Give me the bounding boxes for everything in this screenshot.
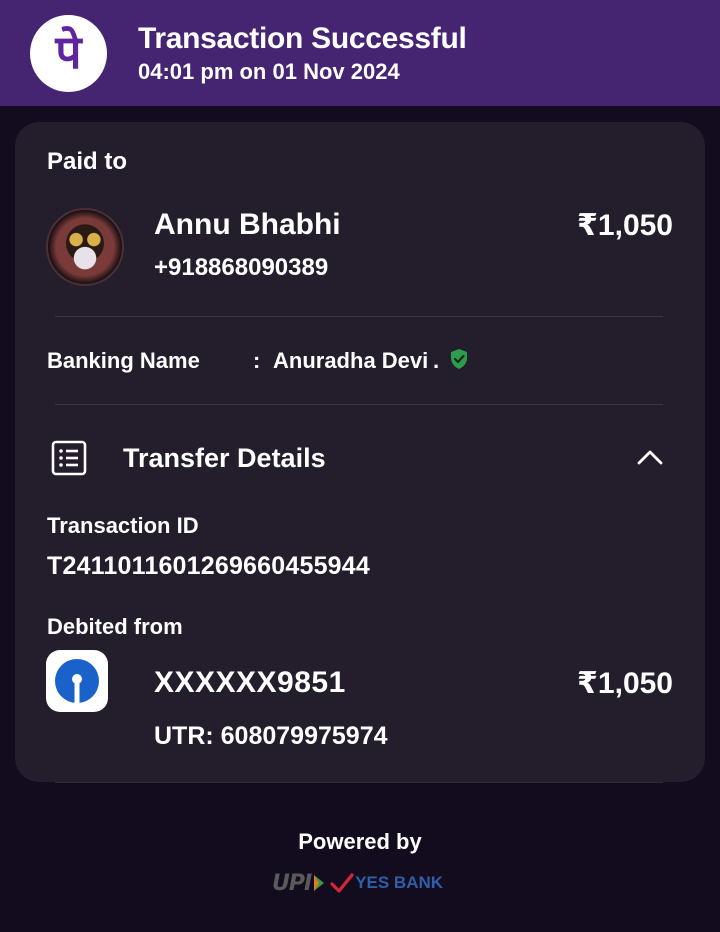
payee-avatar[interactable] (46, 208, 124, 286)
paid-amount: ₹1,050 (577, 209, 673, 242)
receipt-list-icon (51, 440, 87, 476)
payee-name[interactable]: Annu Bhabhi (154, 208, 341, 242)
utr-number[interactable]: UTR: 608079975974 (154, 722, 388, 751)
logo-glyph: पे (55, 24, 82, 79)
banking-name-dot: . (433, 348, 440, 373)
chevron-up-icon[interactable] (637, 448, 663, 466)
banking-name-colon: : (253, 348, 261, 373)
transaction-timestamp: 04:01 pm on 01 Nov 2024 (138, 59, 400, 84)
paid-to-label: Paid to (47, 148, 128, 175)
banking-name-value: Anuradha Devi (273, 348, 429, 373)
debited-amount: ₹1,050 (577, 667, 673, 700)
transaction-card: Paid to Annu Bhabhi +918868090389 ₹1,050… (15, 122, 705, 782)
divider (55, 782, 663, 783)
banking-name-label: Banking Name (47, 348, 200, 373)
yes-bank-logo-text: YES BANK (355, 873, 444, 892)
upi-arrow-icon (314, 875, 325, 891)
divider (55, 316, 663, 317)
phonepe-logo-icon: पे (30, 15, 107, 92)
transfer-details-title[interactable]: Transfer Details (123, 443, 326, 474)
upi-logo-text: UPI (272, 870, 312, 896)
partner-logos: UPI YES BANK (272, 868, 452, 898)
debited-from-label: Debited from (47, 614, 183, 639)
page-title: Transaction Successful (138, 22, 467, 55)
payee-phone: +918868090389 (154, 254, 329, 281)
transaction-id-value[interactable]: T2411011601269660455944 (47, 552, 370, 581)
yes-bank-check-icon (330, 873, 354, 893)
bank-logo-icon (46, 650, 108, 712)
transaction-id-label: Transaction ID (47, 513, 199, 538)
divider (55, 404, 663, 405)
header-bar: पे Transaction Successful 04:01 pm on 01… (0, 0, 720, 106)
powered-by-label: Powered by (298, 829, 422, 854)
sbi-logo-icon (55, 659, 99, 703)
verified-shield-icon (451, 349, 467, 369)
debit-account-number: XXXXXX9851 (154, 666, 346, 699)
